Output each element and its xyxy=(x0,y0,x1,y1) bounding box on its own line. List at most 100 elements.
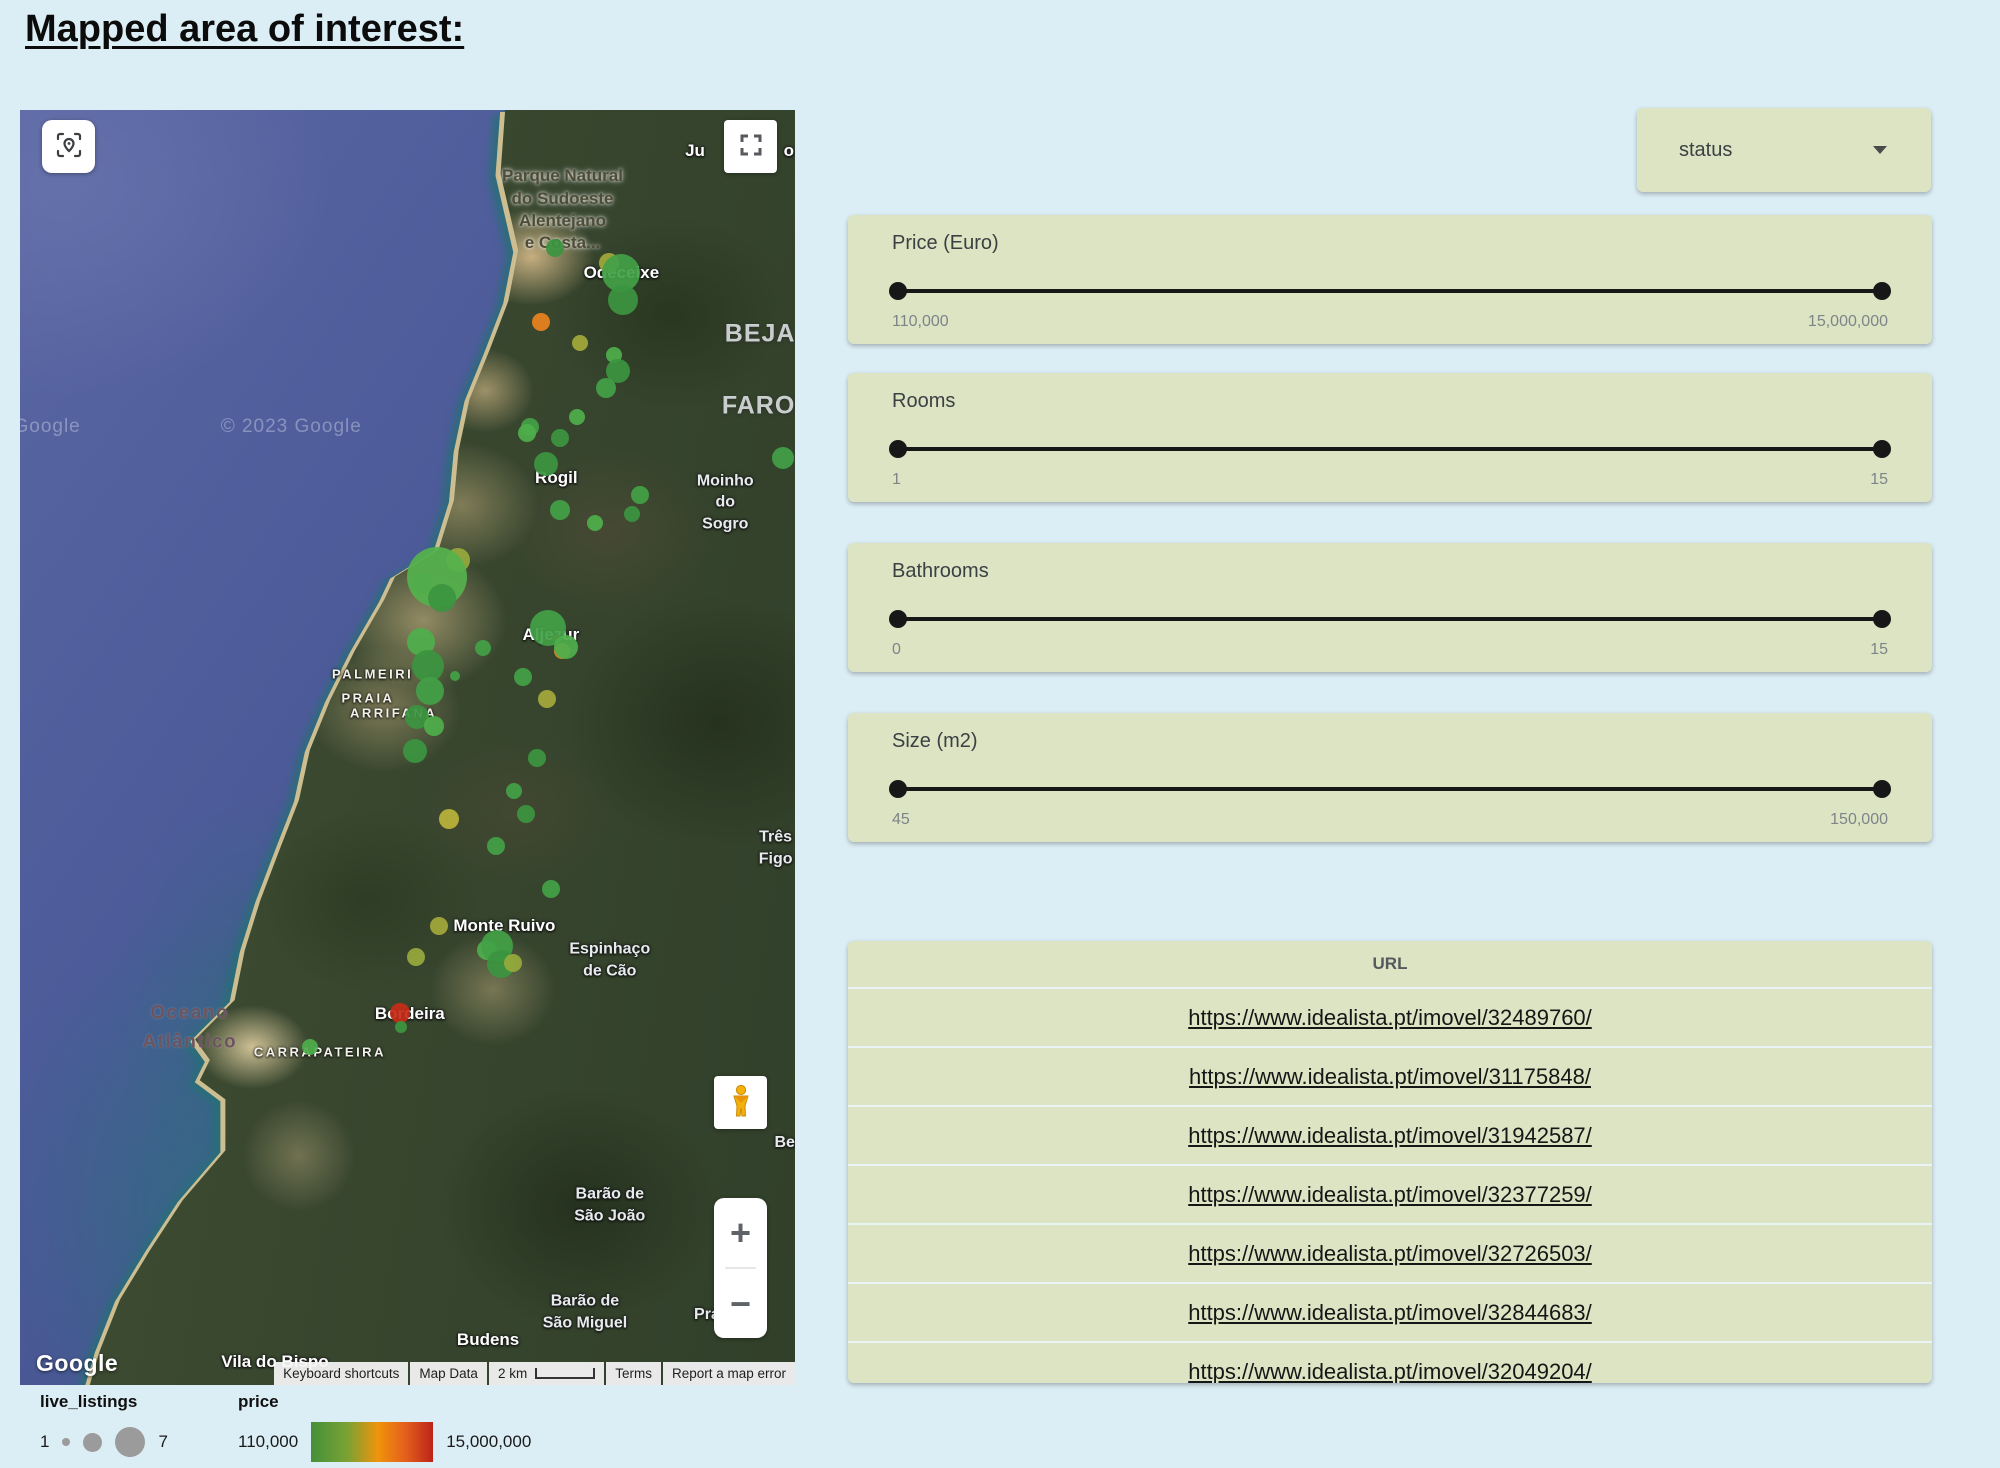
listing-marker[interactable] xyxy=(550,500,570,520)
listing-marker[interactable] xyxy=(596,378,616,398)
slider-handle-max[interactable] xyxy=(1873,282,1891,300)
listing-marker[interactable] xyxy=(412,574,432,594)
table-row: https://www.idealista.pt/imovel/31175848… xyxy=(848,1046,1932,1105)
locate-pin-icon xyxy=(54,130,84,163)
listing-marker[interactable] xyxy=(450,671,460,681)
listing-marker[interactable] xyxy=(390,1003,410,1023)
scale-bar-icon xyxy=(535,1368,595,1379)
slider-track[interactable] xyxy=(897,787,1883,791)
map-canvas[interactable]: Parque Natural do Sudoeste Alentejano e … xyxy=(20,110,795,1385)
slider-max-value: 15,000,000 xyxy=(1808,313,1888,331)
map-data-label: Map Data xyxy=(410,1362,487,1385)
keyboard-shortcuts-link[interactable]: Keyboard shortcuts xyxy=(274,1362,408,1385)
listing-url-link[interactable]: https://www.idealista.pt/imovel/31942587… xyxy=(1188,1123,1592,1149)
fullscreen-icon xyxy=(738,132,764,161)
legend-price-title: price xyxy=(238,1392,531,1412)
legend-price: price 110,000 15,000,000 xyxy=(238,1392,531,1463)
slider-label: Size (m2) xyxy=(892,730,1888,753)
listing-marker[interactable] xyxy=(439,809,459,829)
slider-card-bathrooms: Bathrooms015 xyxy=(848,543,1932,672)
keyboard-shortcuts-link-text: Keyboard shortcuts xyxy=(283,1366,399,1381)
range-slider[interactable] xyxy=(892,282,1888,300)
listing-marker[interactable] xyxy=(517,805,535,823)
listing-marker[interactable] xyxy=(302,1039,318,1055)
listing-url-link[interactable]: https://www.idealista.pt/imovel/32489760… xyxy=(1188,1005,1592,1031)
legend-size-title: live_listings xyxy=(40,1392,168,1412)
listing-marker[interactable] xyxy=(475,640,491,656)
slider-track[interactable] xyxy=(897,289,1883,293)
slider-label: Price (Euro) xyxy=(892,232,1888,255)
my-location-button[interactable] xyxy=(42,120,95,173)
zoom-control: + − xyxy=(714,1198,767,1338)
listing-marker[interactable] xyxy=(430,917,448,935)
fullscreen-button[interactable] xyxy=(724,120,777,173)
listing-marker[interactable] xyxy=(546,239,564,257)
report-map-error-link-text: Report a map error xyxy=(672,1366,786,1381)
slider-card-rooms: Rooms115 xyxy=(848,373,1932,502)
slider-handle-min[interactable] xyxy=(889,440,907,458)
url-table: URL https://www.idealista.pt/imovel/3248… xyxy=(848,941,1932,1383)
slider-max-value: 15 xyxy=(1870,471,1888,489)
range-slider[interactable] xyxy=(892,780,1888,798)
listing-marker[interactable] xyxy=(504,954,522,972)
slider-label: Rooms xyxy=(892,390,1888,413)
slider-handle-max[interactable] xyxy=(1873,440,1891,458)
listing-url-link[interactable]: https://www.idealista.pt/imovel/32844683… xyxy=(1188,1300,1592,1326)
slider-handle-min[interactable] xyxy=(889,282,907,300)
zoom-divider xyxy=(725,1267,756,1269)
listing-marker[interactable] xyxy=(551,429,569,447)
listing-marker[interactable] xyxy=(518,424,536,442)
range-slider[interactable] xyxy=(892,440,1888,458)
listing-marker[interactable] xyxy=(424,716,444,736)
slider-handle-min[interactable] xyxy=(889,610,907,628)
zoom-out-button[interactable]: − xyxy=(724,1285,757,1323)
listing-marker[interactable] xyxy=(528,749,546,767)
slider-track[interactable] xyxy=(897,617,1883,621)
pegman-button[interactable] xyxy=(714,1076,767,1129)
status-select[interactable]: status xyxy=(1637,108,1931,192)
map-scale-text: 2 km xyxy=(498,1366,527,1381)
listing-marker[interactable] xyxy=(514,668,532,686)
listing-marker[interactable] xyxy=(572,335,588,351)
slider-handle-max[interactable] xyxy=(1873,780,1891,798)
slider-handle-max[interactable] xyxy=(1873,610,1891,628)
listing-url-link[interactable]: https://www.idealista.pt/imovel/32726503… xyxy=(1188,1241,1592,1267)
table-row: https://www.idealista.pt/imovel/32726503… xyxy=(848,1223,1932,1282)
listing-marker[interactable] xyxy=(534,452,558,476)
slider-min-value: 45 xyxy=(892,811,910,829)
listing-url-link[interactable]: https://www.idealista.pt/imovel/31175848… xyxy=(1189,1064,1591,1090)
range-slider[interactable] xyxy=(892,610,1888,628)
listing-marker[interactable] xyxy=(506,783,522,799)
zoom-in-button[interactable]: + xyxy=(724,1214,757,1252)
listing-marker[interactable] xyxy=(395,1021,407,1033)
map-data-label-text: Map Data xyxy=(419,1366,478,1381)
listing-marker[interactable] xyxy=(428,584,456,612)
terms-link[interactable]: Terms xyxy=(606,1362,661,1385)
listing-marker[interactable] xyxy=(569,409,585,425)
listing-marker[interactable] xyxy=(532,313,550,331)
slider-handle-min[interactable] xyxy=(889,780,907,798)
legend-size-circle xyxy=(115,1427,145,1457)
listing-marker[interactable] xyxy=(624,506,640,522)
google-logo: Google xyxy=(36,1350,118,1377)
status-select-label: status xyxy=(1679,139,1732,162)
listing-marker[interactable] xyxy=(416,677,444,705)
listing-marker[interactable] xyxy=(772,447,794,469)
listing-marker[interactable] xyxy=(542,880,560,898)
listing-marker[interactable] xyxy=(608,285,638,315)
listing-marker[interactable] xyxy=(538,690,556,708)
slider-max-value: 15 xyxy=(1870,641,1888,659)
listing-marker[interactable] xyxy=(407,948,425,966)
slider-min-value: 0 xyxy=(892,641,901,659)
listing-marker[interactable] xyxy=(554,635,578,659)
report-map-error-link[interactable]: Report a map error xyxy=(663,1362,795,1385)
legend-live-listings: live_listings 1 7 xyxy=(40,1392,168,1463)
listing-marker[interactable] xyxy=(631,486,649,504)
slider-card-price-euro: Price (Euro)110,00015,000,000 xyxy=(848,215,1932,344)
listing-marker[interactable] xyxy=(403,739,427,763)
listing-marker[interactable] xyxy=(487,837,505,855)
listing-url-link[interactable]: https://www.idealista.pt/imovel/32049204… xyxy=(1188,1359,1592,1384)
slider-track[interactable] xyxy=(897,447,1883,451)
listing-marker[interactable] xyxy=(587,515,603,531)
listing-url-link[interactable]: https://www.idealista.pt/imovel/32377259… xyxy=(1188,1182,1592,1208)
